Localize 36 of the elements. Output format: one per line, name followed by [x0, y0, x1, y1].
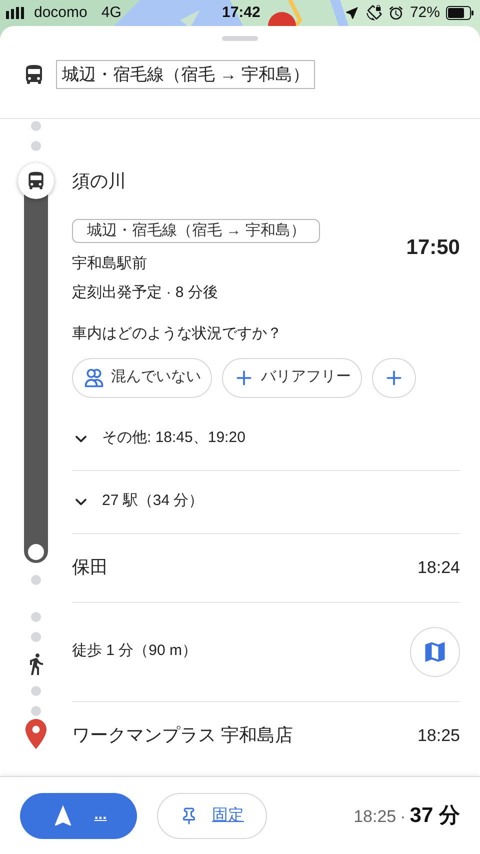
- network-text: 4G: [101, 2, 122, 23]
- location-arrow-icon: [344, 5, 360, 21]
- destination-time: 18:25: [417, 724, 460, 747]
- arrival-time: 18:24: [417, 556, 460, 579]
- route-name: 城辺・宿毛線（宿毛 → 宇和島）: [56, 60, 316, 90]
- chip-label: バリアフリー: [261, 367, 351, 388]
- alarm-icon: [388, 5, 404, 21]
- expand-row[interactable]: その他: 18:45、19:20: [72, 408, 460, 470]
- rotation-lock-icon: [366, 5, 382, 21]
- crowd-chip[interactable]: 混んでいない: [72, 358, 212, 398]
- walk-text: 徒歩 1 分（90 m）: [72, 641, 198, 662]
- people-icon: [83, 366, 105, 388]
- crowd-chip[interactable]: バリアフリー: [222, 358, 362, 398]
- departure-time: 17:50: [406, 235, 460, 262]
- arrival-time: 18:25: [354, 806, 396, 828]
- separator-text: ·: [400, 806, 406, 828]
- crowd-chip[interactable]: [372, 358, 416, 398]
- start-button[interactable]: ...: [20, 792, 137, 838]
- drag-handle[interactable]: [222, 36, 258, 41]
- clock-text: 17:42: [222, 2, 260, 23]
- route-pill: 城辺・宿毛線（宿毛 → 宇和島）: [72, 219, 320, 243]
- stop-name: 須の川: [72, 170, 126, 192]
- pin-button[interactable]: 固定: [157, 792, 267, 838]
- crowd-question: 車内はどのような状況ですか？: [72, 324, 283, 344]
- expand-row[interactable]: 27 駅（34 分）: [72, 470, 460, 532]
- chip-label: 混んでいない: [111, 367, 201, 388]
- carrier-text: docomo: [34, 2, 88, 23]
- pin-icon: [180, 806, 198, 824]
- departure-stop: 宇和島駅前: [72, 254, 147, 274]
- map-button[interactable]: [410, 626, 460, 676]
- trip-duration: 37 分: [410, 802, 460, 829]
- departure-status: 定刻出発予定 · 8 分後: [72, 283, 218, 303]
- battery-icon: [446, 6, 474, 20]
- stop-name: 保田: [72, 556, 108, 579]
- destination-name: ワークマンプラス 宇和島店: [72, 724, 294, 747]
- battery-text: 72%: [410, 2, 440, 23]
